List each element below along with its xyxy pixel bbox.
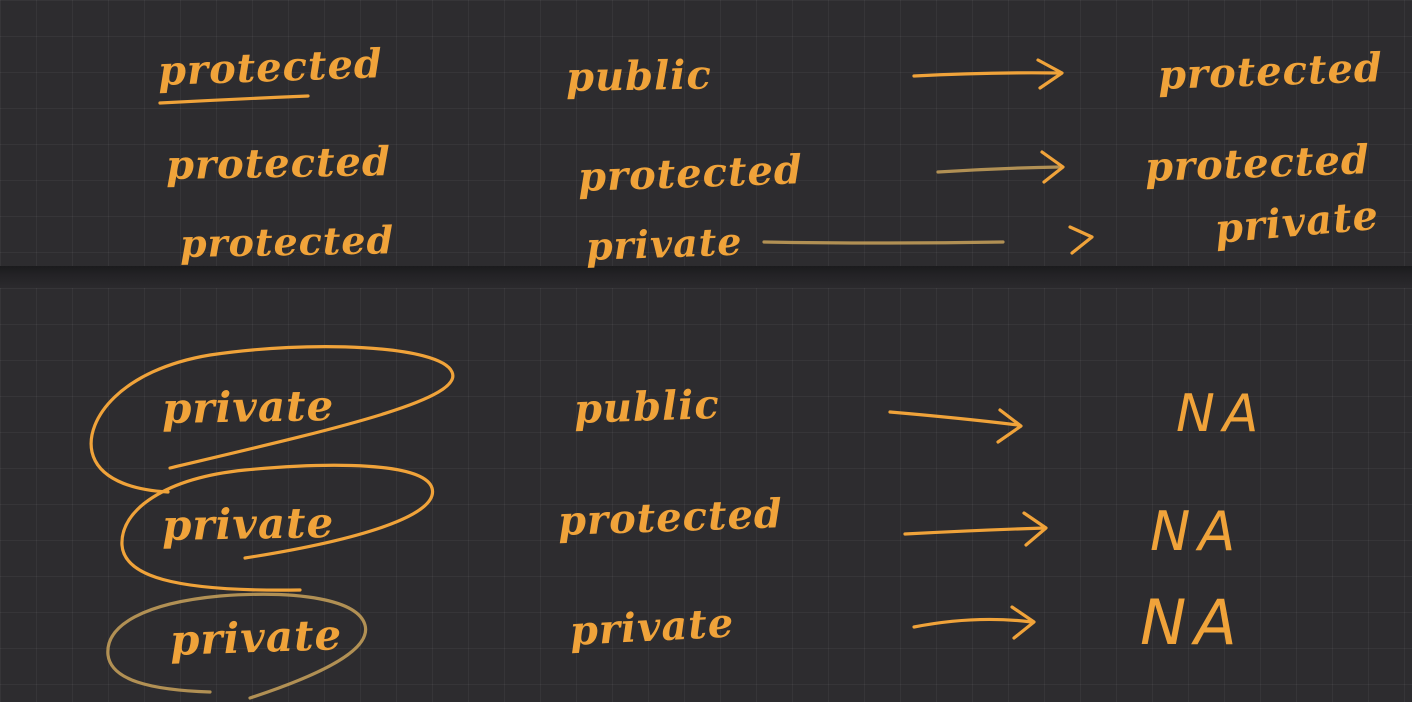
arrow-icon [912,605,1036,640]
arrow-icon [762,225,1094,255]
whiteboard: protected public protected protected pro… [0,0,1412,702]
circle-mark [120,463,435,592]
arrow-icon [903,511,1048,547]
underline-stroke [158,94,310,105]
arrow-icon [888,408,1023,444]
arrow-icon [912,58,1064,90]
ink-strokes-layer [89,58,1094,700]
circle-mark [106,592,368,700]
arrow-icon [936,150,1065,184]
